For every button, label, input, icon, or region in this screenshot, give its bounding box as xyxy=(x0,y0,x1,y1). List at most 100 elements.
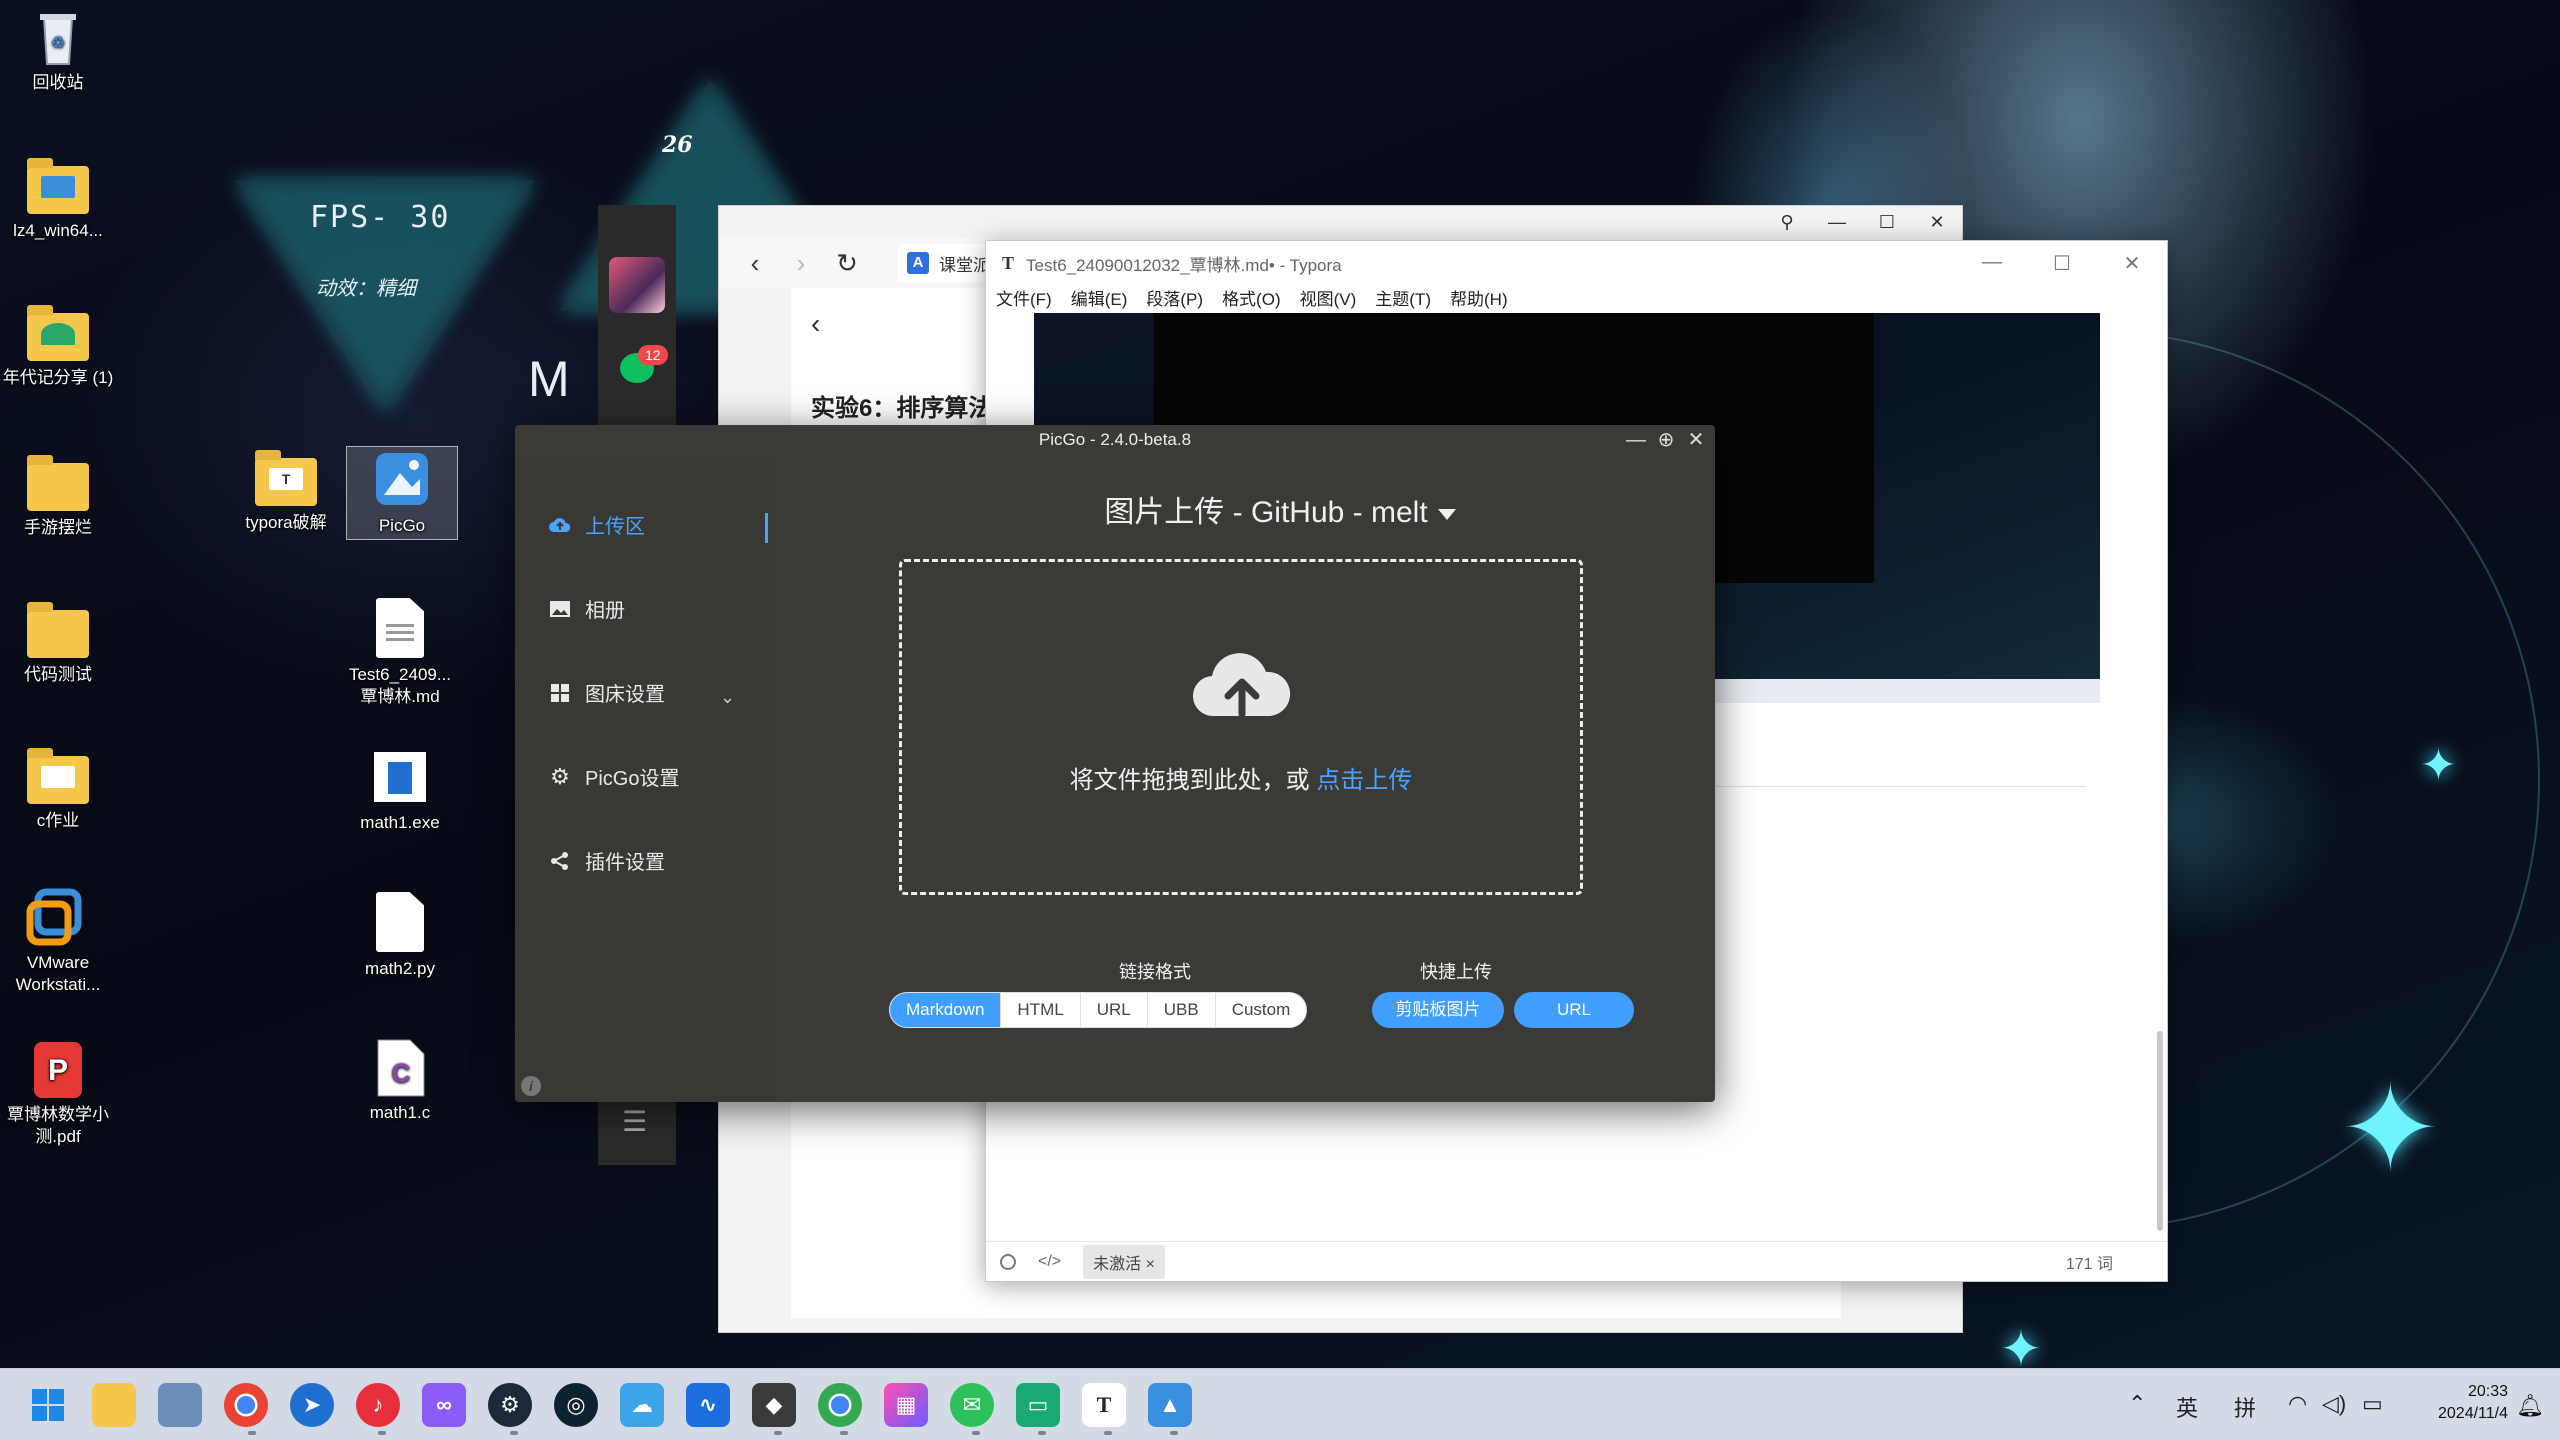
vmware-icon xyxy=(26,888,82,946)
photos-icon[interactable] xyxy=(158,1383,202,1427)
desktop-icon-lz4[interactable]: lz4_win64... xyxy=(0,158,116,242)
desktop-icon-math1-exe[interactable]: math1.exe xyxy=(342,748,458,834)
start-button[interactable] xyxy=(26,1383,70,1427)
file-explorer-icon[interactable] xyxy=(92,1383,136,1427)
unity-icon[interactable]: ◆ xyxy=(752,1383,796,1427)
back-icon[interactable]: ‹ xyxy=(741,248,769,279)
menu-theme[interactable]: 主题(T) xyxy=(1375,285,1431,309)
typora-titlebar: T Test6_24090012032_覃博林.md• - Typora — ☐… xyxy=(986,241,2167,285)
c-file-icon: C xyxy=(377,1039,425,1097)
desktop-icon-typora-crack[interactable]: T typora破解 xyxy=(228,450,344,534)
close-button[interactable]: ✕ xyxy=(2097,251,2167,276)
volume-icon[interactable]: ◁) xyxy=(2322,1391,2346,1417)
desktop-icon-c-homework[interactable]: c作业 xyxy=(0,748,116,832)
visual-studio-icon[interactable]: ∞ xyxy=(422,1383,466,1427)
word-count[interactable]: 171 词 xyxy=(2066,1250,2113,1274)
desktop-icon-pdf[interactable]: P 覃博林数学小测.pdf xyxy=(0,1040,116,1148)
chevron-down-icon[interactable]: ⌄ xyxy=(720,687,735,708)
forward-icon[interactable]: › xyxy=(787,248,815,279)
steam-icon[interactable]: ⚙ xyxy=(488,1383,532,1427)
feishu-icon[interactable]: ➤ xyxy=(290,1383,334,1427)
format-url[interactable]: URL xyxy=(1079,993,1147,1027)
close-button[interactable]: ✕ xyxy=(1912,206,1962,238)
wifi-icon[interactable]: ◠ xyxy=(2288,1391,2307,1417)
pin-icon[interactable]: ⚲ xyxy=(1762,206,1812,238)
nav-upload[interactable]: 上传区 xyxy=(549,510,645,539)
active-indicator xyxy=(765,513,768,543)
todesk-icon[interactable]: ☁ xyxy=(620,1383,664,1427)
nav-picbed-settings[interactable]: 图床设置 xyxy=(549,678,665,707)
wechat-icon[interactable]: ✉ xyxy=(950,1383,994,1427)
minimize-button[interactable]: — xyxy=(1625,429,1647,451)
menu-edit[interactable]: 编辑(E) xyxy=(1071,285,1128,309)
desktop-icon-nianda[interactable]: 年代记分享 (1) xyxy=(0,305,116,389)
chrome-icon[interactable] xyxy=(818,1383,862,1427)
desktop-icon-test6-md[interactable]: Test6_2409... 覃博林.md xyxy=(342,598,458,708)
desktop-icon-math1-c[interactable]: C math1.c xyxy=(342,1038,458,1124)
close-button[interactable]: ✕ xyxy=(1685,429,1707,451)
document-icon xyxy=(376,598,424,658)
maximize-button[interactable]: ☐ xyxy=(1862,206,1912,238)
folder-icon xyxy=(27,305,89,361)
desktop-icon-picgo[interactable]: PicGo xyxy=(346,446,458,540)
input-lang[interactable]: 英 xyxy=(2176,1391,2198,1423)
chrome-icon[interactable] xyxy=(224,1383,268,1427)
cloud-upload-icon xyxy=(549,514,571,536)
monitor-app-icon[interactable]: ▭ xyxy=(1016,1383,1060,1427)
outline-toggle-icon[interactable] xyxy=(1000,1253,1016,1270)
menu-paragraph[interactable]: 段落(P) xyxy=(1146,285,1203,309)
upload-heading[interactable]: 图片上传 - GitHub - melt xyxy=(1060,487,1500,531)
format-custom[interactable]: Custom xyxy=(1214,993,1307,1027)
clock[interactable]: 20:33 2024/11/4 xyxy=(2438,1381,2508,1425)
menu-view[interactable]: 视图(V) xyxy=(1300,285,1357,309)
picgo-taskbar-icon[interactable]: ▲ xyxy=(1148,1383,1192,1427)
nav-album[interactable]: 相册 xyxy=(549,594,625,623)
clipboard-upload-button[interactable]: 剪贴板图片 xyxy=(1372,992,1504,1028)
page-back-icon[interactable]: ‹ xyxy=(811,308,820,340)
share-icon xyxy=(549,850,571,872)
format-markdown[interactable]: Markdown xyxy=(890,993,1001,1027)
running-indicator xyxy=(1104,1431,1112,1435)
folder-icon xyxy=(27,748,89,804)
activation-chip[interactable]: 未激活 × xyxy=(1083,1244,1165,1279)
tab-label: 课堂派 xyxy=(939,255,990,275)
app-gradient-icon[interactable]: ▦ xyxy=(884,1383,928,1427)
desktop-icon-code-test[interactable]: 代码测试 xyxy=(0,602,116,686)
notification-bell-icon[interactable]: 🔔︎ xyxy=(2516,1393,2544,1419)
nav-picgo-settings[interactable]: ⚙ PicGo设置 xyxy=(549,762,679,791)
maximize-button[interactable]: ☐ xyxy=(2027,251,2097,276)
info-icon[interactable]: i xyxy=(521,1076,541,1096)
desktop-icon-recycle-bin[interactable]: ♻ 回收站 xyxy=(0,8,116,94)
typora-taskbar-icon[interactable]: T xyxy=(1082,1383,1126,1427)
battery-icon[interactable]: ▭ xyxy=(2362,1391,2383,1417)
menu-help[interactable]: 帮助(H) xyxy=(1450,285,1508,309)
nav-plugin-settings[interactable]: 插件设置 xyxy=(549,846,665,875)
click-upload-link[interactable]: 点击上传 xyxy=(1316,767,1412,794)
minimize-button[interactable]: — xyxy=(1957,251,2027,276)
app-blue-icon[interactable]: ∿ xyxy=(686,1383,730,1427)
scrollbar[interactable] xyxy=(2157,1031,2163,1231)
desktop-icon-vmware[interactable]: VMware Workstati... xyxy=(0,888,116,996)
desktop-icon-shouyou[interactable]: 手游摆烂 xyxy=(0,455,116,539)
desktop-icon-math2-py[interactable]: math2.py xyxy=(342,892,458,980)
format-ubb[interactable]: UBB xyxy=(1146,993,1215,1027)
app-circle-icon[interactable]: ◎ xyxy=(554,1383,598,1427)
avatar[interactable] xyxy=(609,257,665,313)
ime-mode[interactable]: 拼 xyxy=(2234,1391,2256,1423)
menu-file[interactable]: 文件(F) xyxy=(996,285,1052,309)
desktop-icon-label: lz4_win64... xyxy=(13,221,103,240)
wallpaper-effect-text: 动效：精细 xyxy=(316,276,416,300)
menu-format[interactable]: 格式(O) xyxy=(1222,285,1281,309)
minimize-button[interactable]: — xyxy=(1812,206,1862,238)
url-upload-button[interactable]: URL xyxy=(1514,992,1634,1028)
folder-icon xyxy=(27,602,89,658)
menu-icon[interactable]: ☰ xyxy=(622,1105,647,1138)
format-html[interactable]: HTML xyxy=(1000,993,1079,1027)
chevron-up-icon[interactable]: ⌃ xyxy=(2128,1391,2146,1417)
netease-music-icon[interactable]: ♪ xyxy=(356,1383,400,1427)
pin-on-top-icon[interactable]: ⊕ xyxy=(1655,429,1677,451)
star-icon: ✦ xyxy=(2340,1062,2441,1196)
upload-dropzone[interactable]: 将文件拖拽到此处，或 点击上传 xyxy=(899,559,1583,895)
source-code-icon[interactable]: </> xyxy=(1038,1253,1061,1271)
refresh-icon[interactable]: ↻ xyxy=(833,248,861,279)
